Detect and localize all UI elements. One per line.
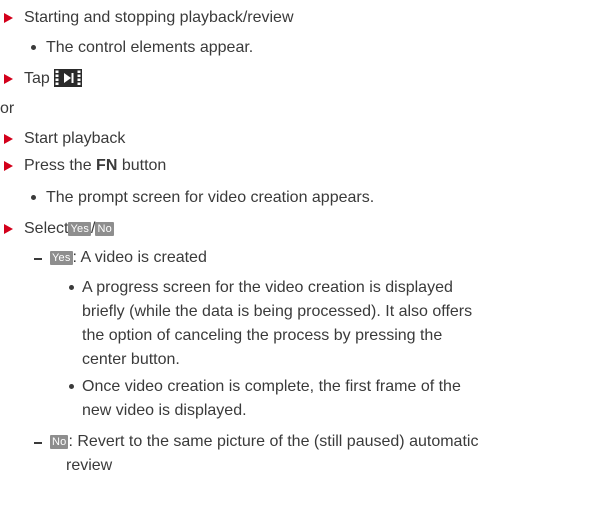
- step-select-yes-no: Select Yes / No: [24, 217, 114, 241]
- dash-bullet-icon: [34, 258, 42, 260]
- fn-button-label: FN: [96, 157, 118, 174]
- red-triangle-bullet-icon: [4, 161, 13, 171]
- video-complete-text-1: Once video creation is complete, the fir…: [82, 378, 461, 395]
- step-start-stop-playback: Starting and stopping playback/review: [24, 9, 294, 26]
- step-tap: Tap: [24, 67, 82, 95]
- red-triangle-bullet-icon: [4, 13, 13, 23]
- step-press-suffix: button: [121, 157, 167, 174]
- step-tap-label: Tap: [24, 70, 50, 87]
- yes-option-line: Yes: A video is created: [50, 246, 207, 270]
- progress-screen-text-2: briefly (while the data is being process…: [82, 303, 473, 320]
- step-start-playback: Start playback: [24, 130, 126, 147]
- red-triangle-bullet-icon: [4, 134, 13, 144]
- no-tag: No: [50, 435, 69, 449]
- video-film-icon: [53, 69, 82, 95]
- progress-screen-text-3: the option of canceling the process by p…: [82, 327, 443, 344]
- progress-screen-text-1: A progress screen for the video creation…: [82, 279, 453, 296]
- dash-bullet-icon: [34, 442, 42, 444]
- bullet-dot-icon: [31, 45, 36, 50]
- no-option-line: No: Revert to the same picture of the (s…: [50, 430, 478, 454]
- video-complete-text-2: new video is displayed.: [82, 402, 247, 419]
- step-prompt-screen: The prompt screen for video creation app…: [46, 189, 375, 206]
- yes-tag: Yes: [68, 222, 92, 236]
- step-controls-appear: The control elements appear.: [46, 39, 254, 56]
- or-separator: or: [0, 100, 15, 117]
- step-press-fn: Press the FN button: [24, 154, 166, 178]
- progress-screen-text-4: center button.: [82, 351, 180, 368]
- no-option-text-2: review: [66, 457, 113, 474]
- no-tag: No: [95, 222, 114, 236]
- bullet-dot-icon: [69, 285, 74, 290]
- yes-option-text: : A video is created: [72, 249, 207, 266]
- no-option-text: : Revert to the same picture of the (sti…: [68, 433, 479, 450]
- bullet-dot-icon: [69, 384, 74, 389]
- yes-tag: Yes: [50, 251, 73, 265]
- bullet-dot-icon: [31, 195, 36, 200]
- step-press-prefix: Press the: [24, 157, 92, 174]
- red-triangle-bullet-icon: [4, 74, 13, 84]
- step-select-prefix: Select: [24, 220, 69, 237]
- red-triangle-bullet-icon: [4, 224, 13, 234]
